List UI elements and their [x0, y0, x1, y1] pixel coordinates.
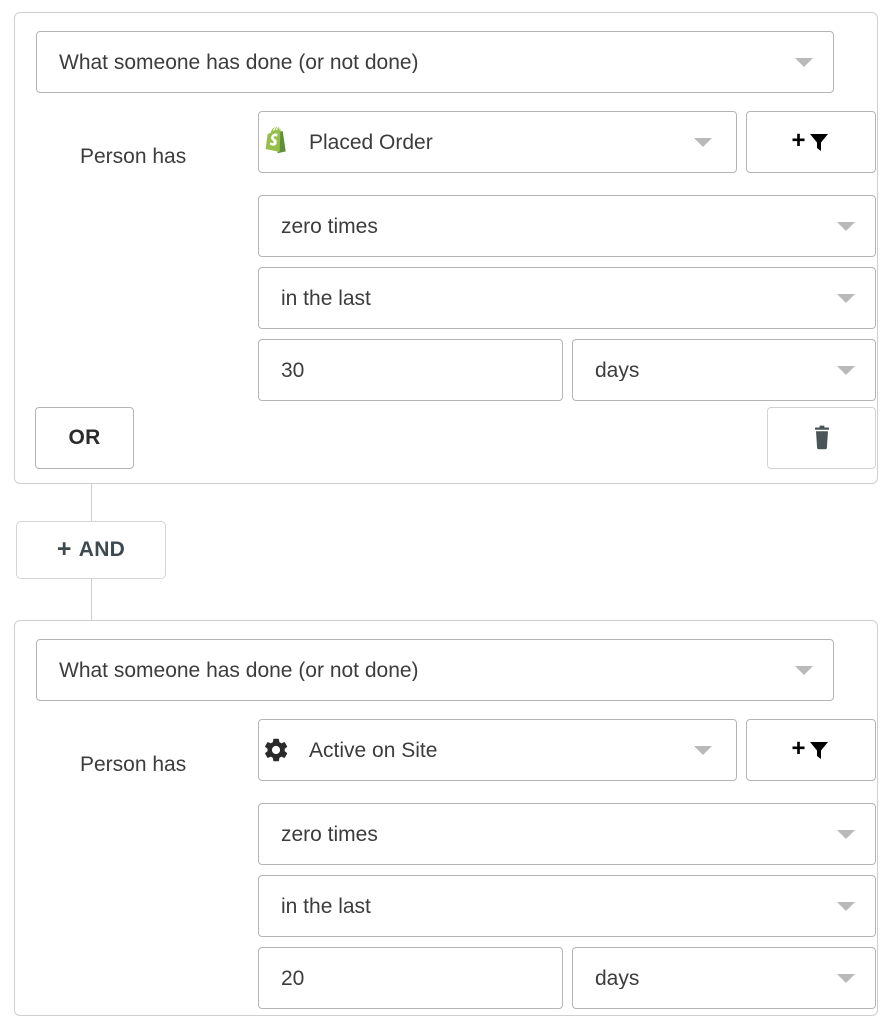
delete-condition-button[interactable]: [767, 407, 876, 469]
add-and-group-button[interactable]: + AND: [16, 521, 166, 579]
gear-icon: [259, 733, 293, 767]
unit-select[interactable]: days: [572, 947, 876, 1009]
chevron-down-icon: [837, 366, 855, 375]
timeframe-select[interactable]: in the last: [258, 267, 876, 329]
connector-line-bottom: [91, 579, 92, 620]
segment-builder: What someone has done (or not done) Pers…: [0, 0, 896, 1016]
timeframe-select[interactable]: in the last: [258, 875, 876, 937]
chevron-down-icon: [837, 294, 855, 303]
chevron-down-icon: [795, 666, 813, 675]
funnel-filter-icon: [809, 742, 828, 759]
trash-icon: [814, 425, 829, 450]
unit-select[interactable]: days: [572, 339, 876, 401]
condition-type-value: What someone has done (or not done): [59, 659, 419, 681]
condition-card: What someone has done (or not done) Pers…: [14, 620, 878, 1016]
timeframe-select-value: in the last: [281, 895, 371, 917]
amount-input-value: 30: [281, 359, 305, 381]
shopify-icon: [259, 125, 293, 159]
event-select[interactable]: Active on Site: [258, 719, 737, 781]
or-button[interactable]: OR: [35, 407, 134, 469]
add-filter-button[interactable]: +: [746, 111, 876, 173]
plus-icon: +: [56, 534, 72, 563]
connector-line-top: [91, 484, 92, 521]
condition-card: What someone has done (or not done) Pers…: [14, 12, 878, 484]
amount-input-value: 20: [281, 967, 305, 989]
chevron-down-icon: [837, 222, 855, 231]
person-has-label: Person has: [80, 145, 187, 168]
event-select-value: Active on Site: [309, 739, 438, 761]
person-has-label: Person has: [80, 753, 187, 776]
amount-input[interactable]: 30: [258, 339, 563, 401]
chevron-down-icon: [694, 138, 712, 147]
plus-icon: +: [791, 127, 806, 154]
event-select-value: Placed Order: [309, 131, 433, 153]
unit-select-value: days: [595, 967, 640, 989]
chevron-down-icon: [694, 746, 712, 755]
condition-type-select[interactable]: What someone has done (or not done): [36, 31, 834, 93]
add-and-group-label: AND: [78, 538, 126, 561]
chevron-down-icon: [795, 58, 813, 67]
frequency-select[interactable]: zero times: [258, 195, 876, 257]
event-select[interactable]: Placed Order: [258, 111, 737, 173]
frequency-select-value: zero times: [281, 215, 378, 237]
condition-type-select[interactable]: What someone has done (or not done): [36, 639, 834, 701]
plus-icon: +: [791, 735, 806, 762]
chevron-down-icon: [837, 902, 855, 911]
amount-input[interactable]: 20: [258, 947, 563, 1009]
condition-type-value: What someone has done (or not done): [59, 51, 419, 73]
timeframe-select-value: in the last: [281, 287, 371, 309]
frequency-select-value: zero times: [281, 823, 378, 845]
add-filter-button[interactable]: +: [746, 719, 876, 781]
frequency-select[interactable]: zero times: [258, 803, 876, 865]
chevron-down-icon: [837, 974, 855, 983]
chevron-down-icon: [837, 830, 855, 839]
funnel-filter-icon: [809, 134, 828, 151]
unit-select-value: days: [595, 359, 640, 381]
